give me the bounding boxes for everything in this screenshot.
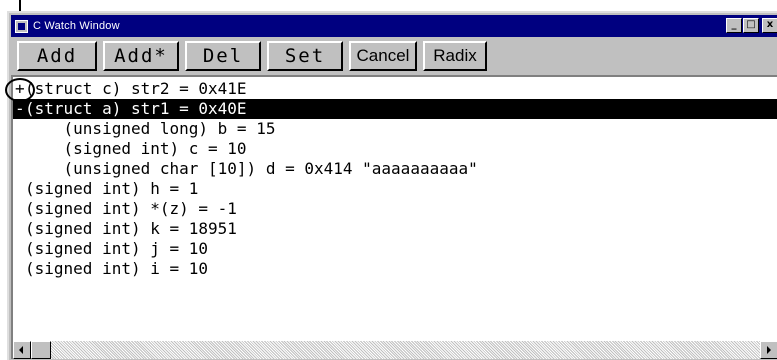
watch-row[interactable]: (signed int) j = 10 <box>13 239 777 259</box>
window-controls: _ □ x <box>726 18 777 33</box>
c-watch-window: C Watch Window _ □ x Add Add* Del Set Ca… <box>7 11 777 360</box>
watch-row[interactable]: (signed int) i = 10 <box>13 259 777 279</box>
toolbar: Add Add* Del Set Cancel Radix <box>17 41 487 71</box>
watch-expression: (unsigned long) b = 15 <box>63 119 276 138</box>
delete-button[interactable]: Del <box>185 41 261 71</box>
watch-expression: (signed int) j = 10 <box>25 239 209 258</box>
scroll-right-button[interactable] <box>760 341 777 359</box>
add-star-button[interactable]: Add* <box>103 41 179 71</box>
watch-expression: (signed int) c = 10 <box>63 139 247 158</box>
watch-expression: (struct a) str1 = 0x40E <box>25 99 247 118</box>
watch-expression: (unsigned char [10]) d = 0x414 "aaaaaaaa… <box>63 159 478 178</box>
add-button[interactable]: Add <box>17 41 97 71</box>
watch-list[interactable]: +(struct c) str2 = 0x41E -(struct a) str1… <box>11 75 777 359</box>
scroll-left-button[interactable] <box>13 341 31 359</box>
row-indent <box>25 139 64 158</box>
radix-button[interactable]: Radix <box>423 41 487 71</box>
scroll-thumb[interactable] <box>31 341 51 359</box>
watch-rows: +(struct c) str2 = 0x41E -(struct a) str1… <box>13 79 777 279</box>
horizontal-scrollbar[interactable] <box>13 341 777 359</box>
callout-highlight-circle <box>5 78 35 102</box>
maximize-button[interactable]: □ <box>743 18 759 33</box>
cancel-button[interactable]: Cancel <box>349 41 417 71</box>
close-button[interactable]: x <box>762 18 777 33</box>
set-button[interactable]: Set <box>267 41 343 71</box>
row-indent <box>25 159 64 178</box>
window-app-icon[interactable] <box>15 19 28 33</box>
watch-row[interactable]: (unsigned char [10]) d = 0x414 "aaaaaaaa… <box>13 159 777 179</box>
watch-row[interactable]: (signed int) c = 10 <box>13 139 777 159</box>
watch-row[interactable]: (signed int) h = 1 <box>13 179 777 199</box>
title-bar[interactable]: C Watch Window _ □ x <box>11 15 777 37</box>
watch-expression: (struct c) str2 = 0x41E <box>25 79 247 98</box>
watch-expression: (signed int) h = 1 <box>25 179 199 198</box>
watch-row[interactable]: (unsigned long) b = 15 <box>13 119 777 139</box>
window-title: C Watch Window <box>33 20 120 32</box>
collapse-toggle[interactable]: - <box>15 99 25 119</box>
row-indent <box>25 119 64 138</box>
watch-row[interactable]: (signed int) *(z) = -1 <box>13 199 777 219</box>
watch-row[interactable]: -(struct a) str1 = 0x40E <box>13 99 777 119</box>
watch-expression: (signed int) *(z) = -1 <box>25 199 237 218</box>
watch-expression: (signed int) k = 18951 <box>25 219 237 238</box>
watch-row[interactable]: (signed int) k = 18951 <box>13 219 777 239</box>
watch-row[interactable]: +(struct c) str2 = 0x41E <box>13 79 777 99</box>
minimize-button[interactable]: _ <box>726 18 742 33</box>
watch-expression: (signed int) i = 10 <box>25 259 209 278</box>
